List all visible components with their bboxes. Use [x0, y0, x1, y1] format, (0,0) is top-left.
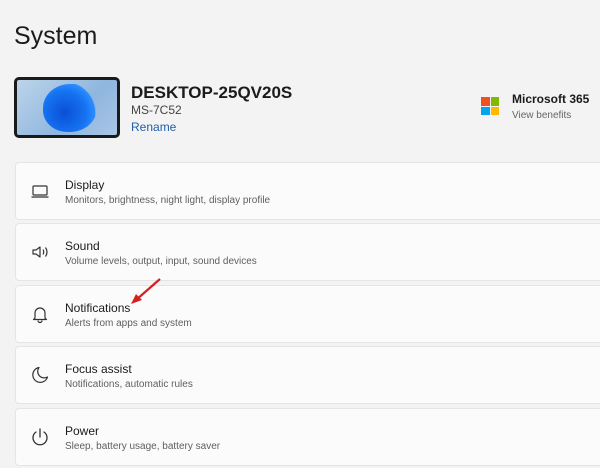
settings-item-power[interactable]: Power Sleep, battery usage, battery save…	[15, 408, 600, 466]
settings-item-notifications[interactable]: Notifications Alerts from apps and syste…	[15, 285, 600, 343]
item-label: Focus assist	[65, 362, 132, 376]
item-label: Notifications	[65, 301, 131, 315]
item-description: Alerts from apps and system	[65, 318, 192, 329]
speaker-icon	[32, 246, 48, 258]
item-label: Sound	[65, 239, 100, 253]
laptop-icon	[31, 185, 49, 198]
device-model: MS-7C52	[131, 103, 182, 117]
item-description: Monitors, brightness, night light, displ…	[65, 195, 271, 206]
settings-item-display[interactable]: Display Monitors, brightness, night ligh…	[15, 162, 600, 220]
page-title: System	[14, 22, 98, 50]
device-thumbnail	[14, 77, 120, 138]
settings-item-focus-assist[interactable]: Focus assist Notifications, automatic ru…	[15, 346, 600, 404]
microsoft-365-title: Microsoft 365	[512, 92, 590, 106]
item-label: Power	[65, 424, 100, 438]
settings-item-sound[interactable]: Sound Volume levels, output, input, soun…	[15, 223, 600, 281]
rename-link[interactable]: Rename	[131, 120, 176, 134]
power-icon	[32, 428, 48, 446]
microsoft-logo-icon	[481, 97, 499, 115]
item-label: Display	[65, 178, 105, 192]
item-description: Volume levels, output, input, sound devi…	[65, 256, 257, 267]
moon-icon	[32, 366, 49, 383]
device-name: DESKTOP-25QV20S	[131, 83, 293, 102]
view-benefits-link[interactable]: View benefits	[512, 110, 571, 121]
bell-icon	[32, 307, 48, 324]
item-description: Notifications, automatic rules	[65, 379, 193, 390]
item-description: Sleep, battery usage, battery saver	[65, 441, 221, 452]
